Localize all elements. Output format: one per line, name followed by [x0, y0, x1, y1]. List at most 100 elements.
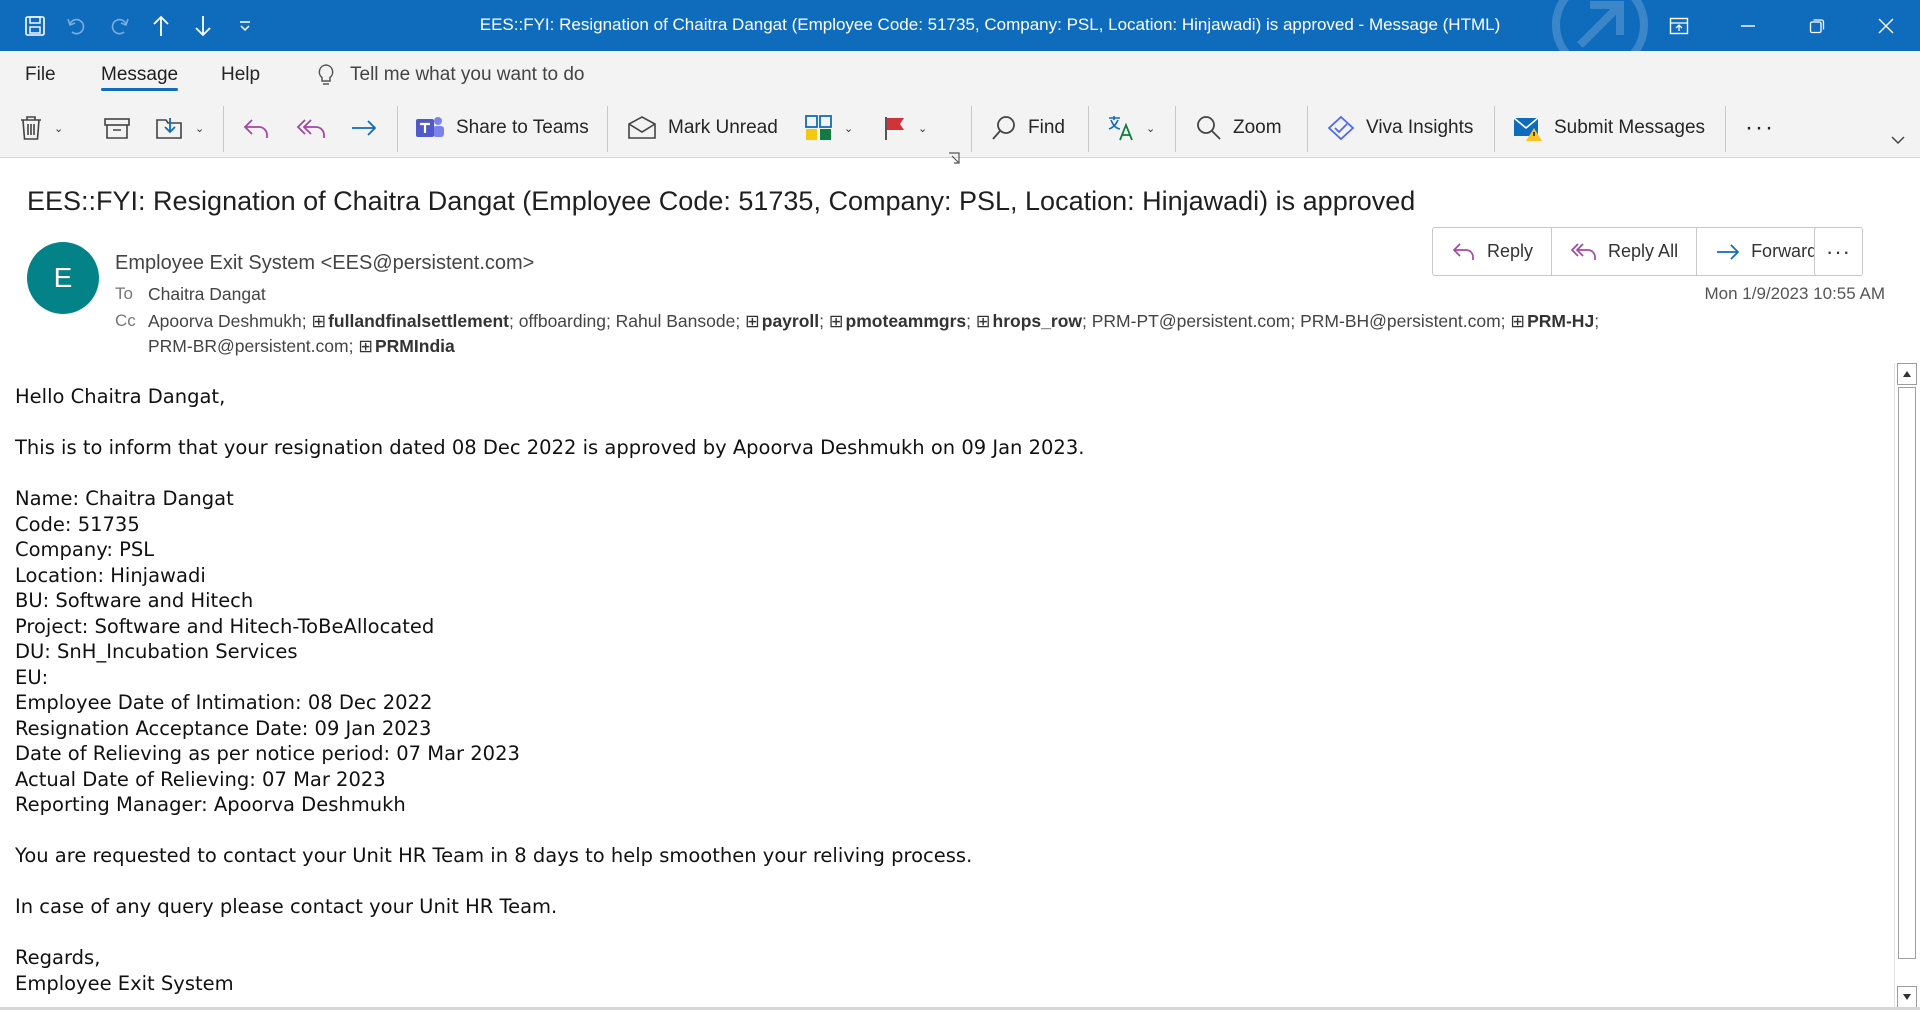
forward-icon — [1717, 243, 1740, 260]
categorize-button[interactable]: ⌄ — [804, 104, 853, 152]
more-commands-button[interactable]: ··· — [1745, 104, 1775, 152]
chevron-down-icon — [1891, 136, 1905, 145]
reply-label: Reply — [1487, 241, 1534, 261]
translate-icon — [1108, 116, 1133, 141]
body-query: In case of any query please contact your… — [15, 895, 558, 918]
cc-group[interactable]: hrops_row — [976, 311, 1082, 331]
cc-recipient[interactable]: PRM-BR@persistent.com; — [148, 336, 353, 356]
scroll-up-button[interactable] — [1897, 363, 1917, 385]
tell-me-search[interactable]: Tell me what you want to do — [316, 51, 584, 98]
mark-unread-label: Mark Unread — [668, 117, 778, 138]
body-project: Project: Software and Hitech-ToBeAllocat… — [15, 614, 435, 638]
cc-label: Cc — [115, 311, 136, 330]
body-signature: Employee Exit System — [15, 971, 234, 995]
body-bu: BU: Software and Hitech — [15, 589, 254, 612]
body-intro: This is to inform that your resignation … — [15, 436, 1085, 459]
cc-group[interactable]: payroll — [745, 311, 819, 331]
flag-icon — [885, 117, 904, 140]
sender[interactable]: Employee Exit System <EES@persistent.com… — [115, 252, 534, 275]
mark-unread-button[interactable]: Mark Unread — [626, 104, 778, 152]
scroll-down-button[interactable] — [1897, 986, 1917, 1008]
body-eu: EU: — [15, 665, 49, 689]
body-notice-relieving-date: Date of Relieving as per notice period: … — [15, 742, 520, 765]
more-actions-button[interactable]: ··· — [1814, 227, 1863, 276]
chevron-down-icon: ⌄ — [844, 122, 854, 135]
close-icon — [1878, 18, 1893, 33]
viva-insights-button[interactable]: Viva Insights — [1326, 104, 1473, 152]
tab-file[interactable]: File — [25, 51, 56, 98]
chevron-down-icon: ⌄ — [195, 122, 205, 135]
reply-all-button[interactable]: Reply All — [1552, 228, 1698, 275]
cc-group[interactable]: PRMIndia — [358, 336, 454, 356]
reply-all-label: Reply All — [1608, 241, 1679, 261]
vertical-scrollbar[interactable] — [1894, 363, 1918, 1008]
window-controls — [1644, 0, 1920, 51]
move-to-folder-icon — [156, 118, 182, 139]
zoom-button[interactable]: Zoom — [1195, 104, 1282, 152]
to-recipient[interactable]: Chaitra Dangat — [148, 284, 266, 305]
cc-group[interactable]: fullandfinalsettlement — [311, 311, 509, 331]
ribbon-display-icon — [1669, 17, 1688, 34]
reply-button[interactable]: Reply — [1433, 228, 1553, 275]
ribbon: ⌄ ⌄ Share to Teams Mark Unread ⌄ ⌄ Find — [0, 98, 1920, 164]
body-name: Name: Chaitra Dangat — [15, 487, 234, 510]
body-acceptance-date: Resignation Acceptance Date: 09 Jan 2023 — [15, 716, 432, 740]
categorize-icon — [805, 115, 832, 140]
delete-button[interactable]: ⌄ — [18, 104, 63, 152]
tell-me-label: Tell me what you want to do — [350, 63, 585, 85]
move-button[interactable]: ⌄ — [155, 104, 204, 152]
follow-up-button[interactable]: ⌄ — [882, 104, 927, 152]
tags-dialog-launcher[interactable] — [948, 134, 960, 182]
mark-unread-icon — [628, 116, 656, 139]
ribbon-separator — [971, 106, 972, 152]
share-to-teams-button[interactable]: Share to Teams — [414, 104, 589, 152]
close-button[interactable] — [1851, 0, 1920, 51]
chevron-down-icon: ⌄ — [1146, 122, 1156, 135]
find-button[interactable]: Find — [990, 104, 1065, 152]
reply-all-ribbon-button[interactable] — [295, 104, 327, 152]
ribbon-separator — [1175, 106, 1176, 152]
reply-ribbon-button[interactable] — [241, 104, 271, 152]
restore-button[interactable] — [1782, 0, 1851, 51]
collapse-ribbon-button[interactable] — [1890, 116, 1906, 164]
reply-icon — [1452, 242, 1474, 260]
cc-recipient[interactable]: Apoorva Deshmukh; — [148, 311, 307, 331]
cc-recipients-line-2: PRM-BR@persistent.com; PRMIndia — [148, 336, 455, 357]
ribbon-separator — [1307, 106, 1308, 152]
zoom-icon — [1197, 116, 1221, 140]
menu-bar: File Message Help Tell me what you want … — [0, 51, 1920, 98]
forward-ribbon-button[interactable] — [349, 104, 379, 152]
ribbon-display-options-button[interactable] — [1644, 0, 1713, 51]
more-icon: ··· — [1745, 114, 1775, 141]
ribbon-separator — [1494, 106, 1495, 152]
minimize-button[interactable] — [1713, 0, 1782, 51]
body-intimation-date: Employee Date of Intimation: 08 Dec 2022 — [15, 691, 433, 714]
tab-help[interactable]: Help — [221, 51, 260, 98]
reply-all-icon — [1570, 242, 1596, 260]
cc-recipient[interactable]: ; offboarding; Rahul Bansode; — [509, 311, 740, 331]
response-actions: Reply Reply All Forward — [1432, 227, 1837, 276]
cc-group[interactable]: pmoteammgrs — [829, 311, 966, 331]
cc-recipient[interactable]: ; PRM-PT@persistent.com; PRM-BH@persiste… — [1082, 311, 1506, 331]
translate-button[interactable]: ⌄ — [1106, 104, 1155, 152]
avatar[interactable]: E — [27, 242, 99, 314]
tab-message[interactable]: Message — [101, 51, 179, 98]
submit-messages-button[interactable]: Submit Messages — [1512, 104, 1705, 152]
body-location: Location: Hinjawadi — [15, 563, 206, 587]
cc-group[interactable]: PRM-HJ — [1510, 311, 1594, 331]
body-reporting-manager: Reporting Manager: Apoorva Deshmukh — [15, 793, 406, 816]
body-company: Company: PSL — [15, 538, 155, 561]
find-label: Find — [1028, 117, 1065, 138]
ribbon-separator — [607, 106, 608, 152]
triangle-up-icon — [1903, 371, 1911, 377]
minimize-icon — [1740, 24, 1755, 27]
forward-icon — [352, 120, 377, 136]
restore-icon — [1809, 18, 1824, 33]
scroll-thumb[interactable] — [1898, 387, 1916, 959]
body-request: You are requested to contact your Unit H… — [15, 844, 973, 867]
reply-icon — [243, 119, 268, 138]
archive-button[interactable] — [103, 104, 131, 152]
archive-icon — [104, 118, 130, 139]
forward-label: Forward — [1751, 241, 1818, 261]
zoom-label: Zoom — [1233, 117, 1282, 138]
